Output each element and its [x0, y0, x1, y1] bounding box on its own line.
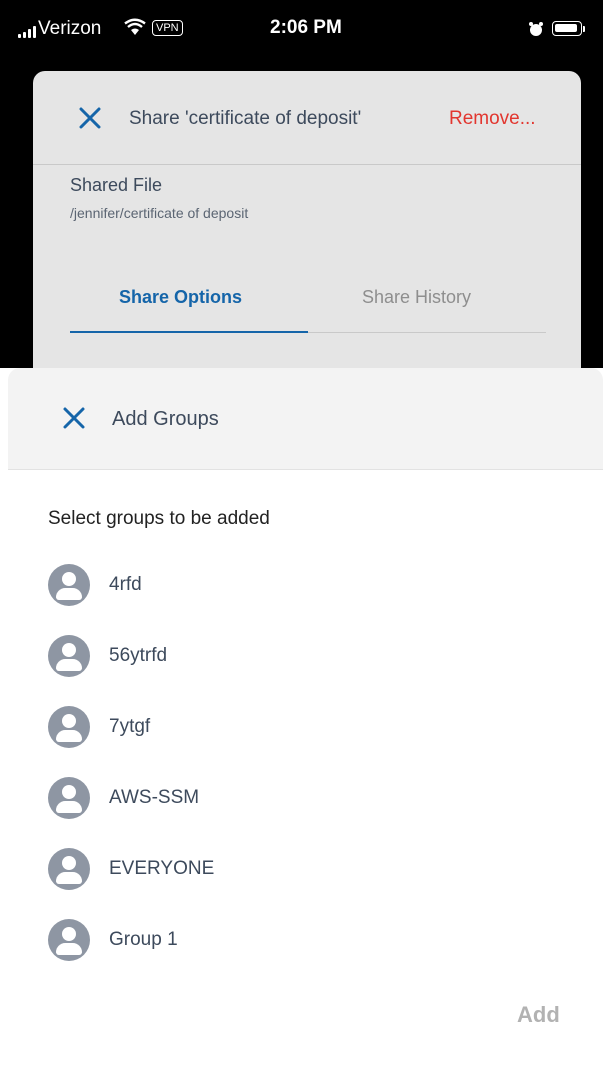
list-item[interactable]: 56ytrfd [8, 625, 603, 696]
group-list[interactable]: 4rfd 56ytrfd 7ytgf AWS-SSM EVERYONE Grou… [8, 554, 603, 962]
close-icon[interactable] [62, 406, 86, 430]
list-item[interactable]: EVERYONE [8, 838, 603, 909]
list-item[interactable]: 4rfd [8, 554, 603, 625]
add-groups-header: Add Groups [8, 368, 603, 470]
group-avatar-icon [48, 635, 90, 677]
group-name: EVERYONE [109, 858, 215, 879]
tab-share-history[interactable]: Share History [362, 287, 471, 308]
battery-icon [552, 21, 582, 36]
share-dialog-title: Share 'certificate of deposit' [129, 108, 362, 129]
group-name: 7ytgf [109, 716, 151, 737]
group-avatar-icon [48, 919, 90, 961]
carrier-name: Verizon [38, 18, 102, 39]
remove-button[interactable]: Remove... [449, 108, 536, 130]
group-avatar-icon [48, 777, 90, 819]
group-avatar-icon [48, 706, 90, 748]
status-bar: Verizon VPN 2:06 PM [0, 0, 603, 62]
status-time: 2:06 PM [270, 17, 342, 38]
alarm-icon [529, 22, 543, 36]
group-name: Group 1 [109, 929, 178, 950]
share-dialog: Share 'certificate of deposit' Remove...… [33, 71, 581, 391]
group-avatar-icon [48, 564, 90, 606]
wifi-icon [124, 18, 146, 35]
shared-file-path: /jennifer/certificate of deposit [70, 205, 249, 221]
active-tab-indicator [70, 331, 308, 333]
group-name: AWS-SSM [109, 787, 200, 808]
add-groups-sheet: Add Groups Select groups to be added 4rf… [8, 368, 603, 1070]
share-dialog-header: Share 'certificate of deposit' Remove... [33, 71, 581, 165]
shared-file-label: Shared File [70, 175, 163, 195]
share-tabs: Share Options Share History [70, 275, 546, 333]
list-item[interactable]: AWS-SSM [8, 767, 603, 838]
list-item[interactable]: 7ytgf [8, 696, 603, 767]
vpn-badge: VPN [152, 20, 183, 36]
close-icon[interactable] [77, 105, 103, 131]
group-avatar-icon [48, 848, 90, 890]
cellular-signal-icon [18, 26, 36, 38]
add-groups-title: Add Groups [112, 408, 219, 430]
list-item[interactable]: Group 1 [8, 909, 603, 962]
tab-share-options[interactable]: Share Options [119, 287, 242, 308]
group-name: 56ytrfd [109, 645, 168, 666]
add-button[interactable]: Add [517, 1002, 560, 1028]
select-groups-instruction: Select groups to be added [48, 508, 270, 529]
group-name: 4rfd [109, 574, 142, 595]
